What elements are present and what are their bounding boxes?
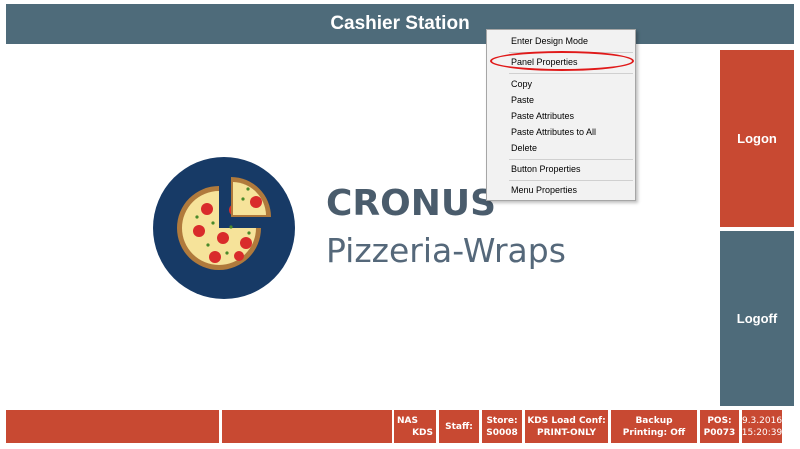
logoff-button[interactable]: Logoff xyxy=(720,231,794,406)
menu-item-paste-attributes[interactable]: Paste Attributes xyxy=(511,109,574,123)
kds-conf-label: KDS Load Conf: xyxy=(527,415,606,426)
logoff-label: Logoff xyxy=(736,311,778,326)
kds-conf-cell: KDS Load Conf: PRINT-ONLY xyxy=(525,410,608,443)
store-label: Store: xyxy=(486,415,518,426)
menu-item-paste[interactable]: Paste xyxy=(511,93,534,107)
menu-item-menu-properties[interactable]: Menu Properties xyxy=(511,183,577,197)
nas-label: NAS xyxy=(397,415,418,426)
pos-value: P0073 xyxy=(703,427,736,438)
store-value: S0008 xyxy=(486,427,518,438)
menu-separator xyxy=(509,73,633,74)
pos-cell: POS: P0073 xyxy=(700,410,739,443)
brand-subtitle: Pizzeria-Wraps xyxy=(326,231,566,270)
kds-conf-value: PRINT-ONLY xyxy=(537,427,596,438)
title-bar: Cashier Station xyxy=(6,4,794,44)
pizza-icon xyxy=(177,177,271,270)
menu-separator xyxy=(509,180,633,181)
datetime-cell: 9.3.2016 15:20:39 xyxy=(742,410,782,443)
menu-item-copy[interactable]: Copy xyxy=(511,77,532,91)
nas-kds-cell: NAS KDS xyxy=(394,410,436,443)
menu-item-enter-design-mode[interactable]: Enter Design Mode xyxy=(511,34,588,48)
logon-button[interactable]: Logon xyxy=(720,50,794,227)
brand-name: CRONUS xyxy=(326,183,497,224)
kds-label: KDS xyxy=(412,427,433,438)
pizza-logo xyxy=(153,157,295,299)
menu-separator xyxy=(509,159,633,160)
date-value: 9.3.2016 xyxy=(741,415,783,426)
menu-item-paste-attributes-to-all[interactable]: Paste Attributes to All xyxy=(511,125,596,139)
time-value: 15:20:39 xyxy=(741,427,783,438)
status-cell-empty-2 xyxy=(222,410,392,443)
menu-item-delete[interactable]: Delete xyxy=(511,141,537,155)
status-cell-empty-1 xyxy=(6,410,219,443)
store-cell: Store: S0008 xyxy=(482,410,522,443)
highlight-ellipse xyxy=(490,51,634,71)
staff-label: Staff: xyxy=(445,421,473,432)
logon-label: Logon xyxy=(737,131,777,146)
backup-label: Backup xyxy=(635,415,673,426)
backup-value: Printing: Off xyxy=(622,427,686,438)
pos-label: POS: xyxy=(707,415,732,426)
status-bar: NAS KDS Staff: Store: S0008 KDS Load Con… xyxy=(0,410,800,446)
backup-printing-cell: Backup Printing: Off xyxy=(611,410,697,443)
page-title: Cashier Station xyxy=(330,13,470,34)
staff-cell: Staff: xyxy=(439,410,479,443)
menu-item-button-properties[interactable]: Button Properties xyxy=(511,162,581,176)
